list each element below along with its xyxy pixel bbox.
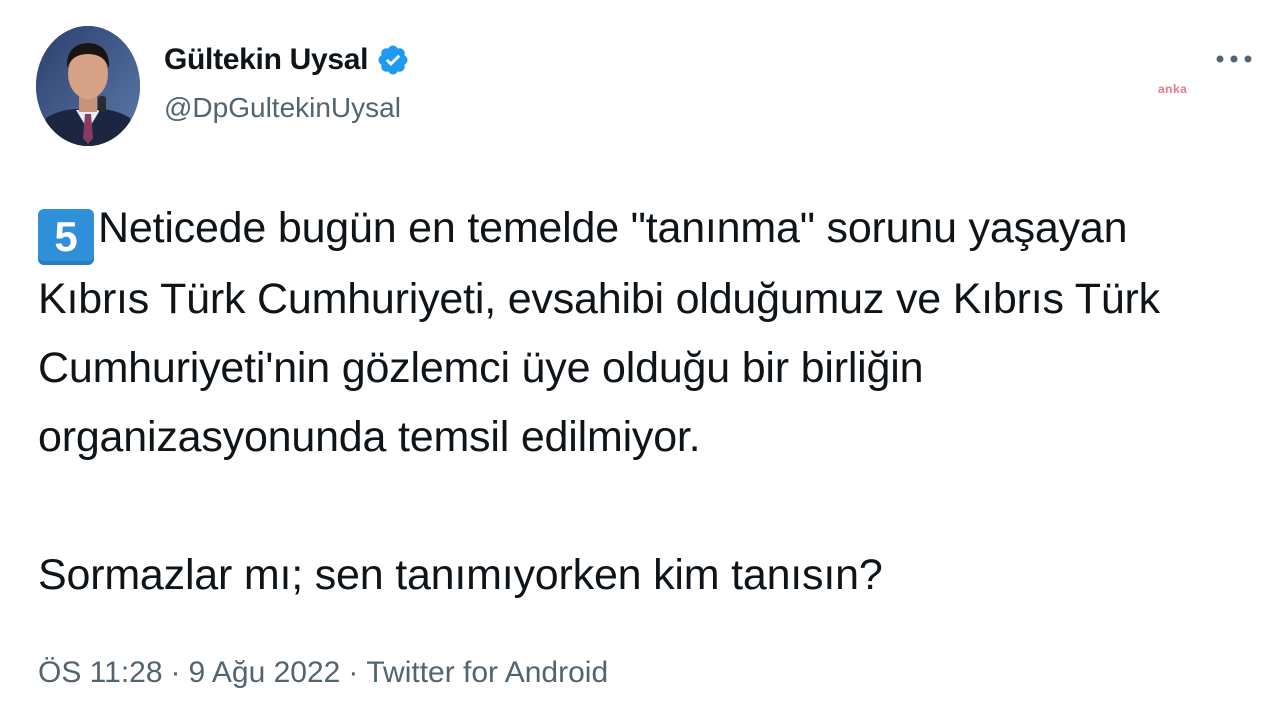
author-name-row: Gültekin Uysal <box>164 40 410 80</box>
tweet-card: Gültekin Uysal @DpGultekinUysal anka 5 Ne… <box>0 0 1280 720</box>
author-display-name[interactable]: Gültekin Uysal <box>164 43 369 77</box>
watermark-text: anka <box>1158 82 1188 96</box>
tweet-text: 5 Neticede bugün en temelde "tanınma" sor… <box>38 194 1238 610</box>
tweet-paragraph-1: 5 Neticede bugün en temelde "tanınma" sor… <box>38 194 1238 472</box>
author-handle[interactable]: @DpGultekinUysal <box>164 92 401 124</box>
tweet-source[interactable]: Twitter for Android <box>366 656 608 690</box>
tweet-meta: ÖS 11:28 · 9 Ağu 2022 · Twitter for Andr… <box>38 656 608 690</box>
tweet-paragraph-2: Sormazlar mı; sen tanımıyorken kim tanıs… <box>38 551 883 599</box>
tweet-time[interactable]: ÖS 11:28 <box>38 656 163 690</box>
meta-separator: · <box>170 656 181 689</box>
meta-separator: · <box>348 656 359 689</box>
watermark-logo: anka <box>1158 82 1187 96</box>
keycap-number-emoji: 5 <box>38 209 94 265</box>
tweet-paragraph-1-text: Neticede bugün en temelde "tanınma" soru… <box>38 204 1160 461</box>
avatar[interactable] <box>36 26 140 146</box>
profile-photo-image <box>36 26 140 146</box>
tweet-date[interactable]: 9 Ağu 2022 <box>189 656 341 690</box>
verified-badge-icon <box>376 43 410 77</box>
more-options-icon[interactable] <box>1212 44 1256 74</box>
